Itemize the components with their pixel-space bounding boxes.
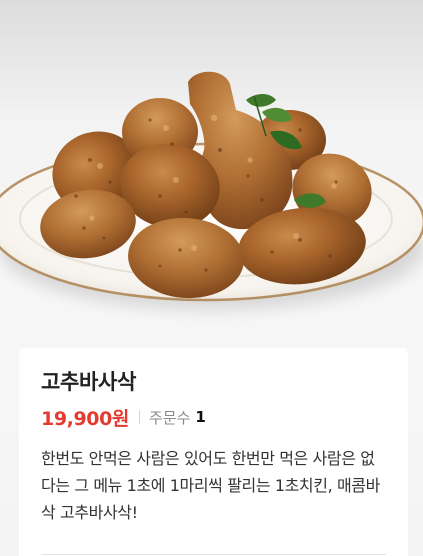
product-info-card: 고추바사삭 19,900원 주문수 1 한번도 안먹은 사람은 있어도 한번만 … <box>19 348 408 556</box>
product-name: 고추바사삭 <box>41 370 137 394</box>
product-image <box>0 0 423 372</box>
product-price: 19,900원 <box>41 407 129 430</box>
product-description: 한번도 안먹은 사람은 있어도 한번만 먹은 사람은 없다는 그 메뉴 1초에 … <box>41 449 380 522</box>
price-row: 19,900원 주문수 1 <box>41 404 386 430</box>
order-count-value: 1 <box>195 408 206 426</box>
meta-divider <box>139 410 140 424</box>
product-detail-page: 고추바사삭 19,900원 주문수 1 한번도 안먹은 사람은 있어도 한번만 … <box>0 0 423 556</box>
section-divider <box>41 554 386 555</box>
order-count-label: 주문수 <box>149 408 191 427</box>
fried-chicken-photo-icon <box>0 71 423 310</box>
